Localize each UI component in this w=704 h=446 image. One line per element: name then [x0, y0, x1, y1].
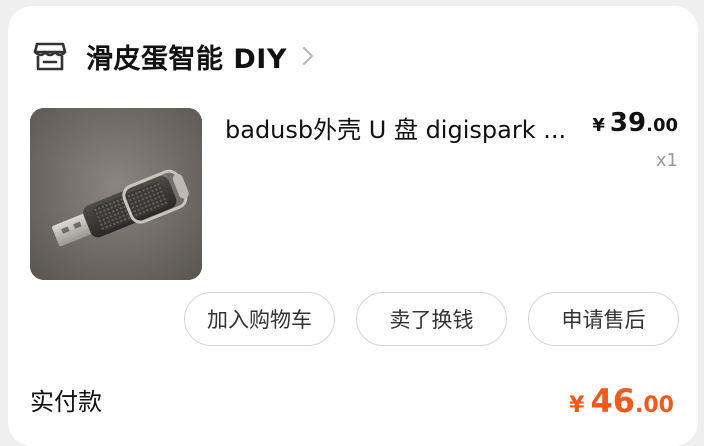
total-amount: ¥ 46 .00 — [569, 382, 674, 420]
order-card: 滑皮蛋智能 DIY badusb外壳 U 盘 digispark ... ¥ 3… — [8, 6, 698, 446]
store-icon — [32, 38, 68, 74]
price-integer: 39 — [609, 108, 647, 138]
item-price: ¥ 39 .00 — [592, 108, 678, 138]
shop-header[interactable]: 滑皮蛋智能 DIY — [32, 36, 319, 76]
price-decimal: .00 — [646, 115, 678, 136]
chevron-right-icon[interactable] — [301, 44, 319, 68]
shop-name[interactable]: 滑皮蛋智能 DIY — [86, 37, 287, 76]
total-decimal: .00 — [635, 393, 674, 418]
after-sales-button[interactable]: 申请售后 — [528, 292, 679, 346]
total-integer: 46 — [590, 382, 636, 420]
add-to-cart-button[interactable]: 加入购物车 — [184, 292, 335, 346]
resell-button[interactable]: 卖了换钱 — [356, 292, 507, 346]
paid-amount-label: 实付款 — [30, 388, 102, 416]
product-title[interactable]: badusb外壳 U 盘 digispark ... — [225, 110, 577, 145]
price-currency: ¥ — [592, 115, 605, 136]
total-currency: ¥ — [569, 393, 585, 418]
item-quantity: x1 — [655, 150, 678, 171]
product-image[interactable] — [30, 108, 202, 280]
